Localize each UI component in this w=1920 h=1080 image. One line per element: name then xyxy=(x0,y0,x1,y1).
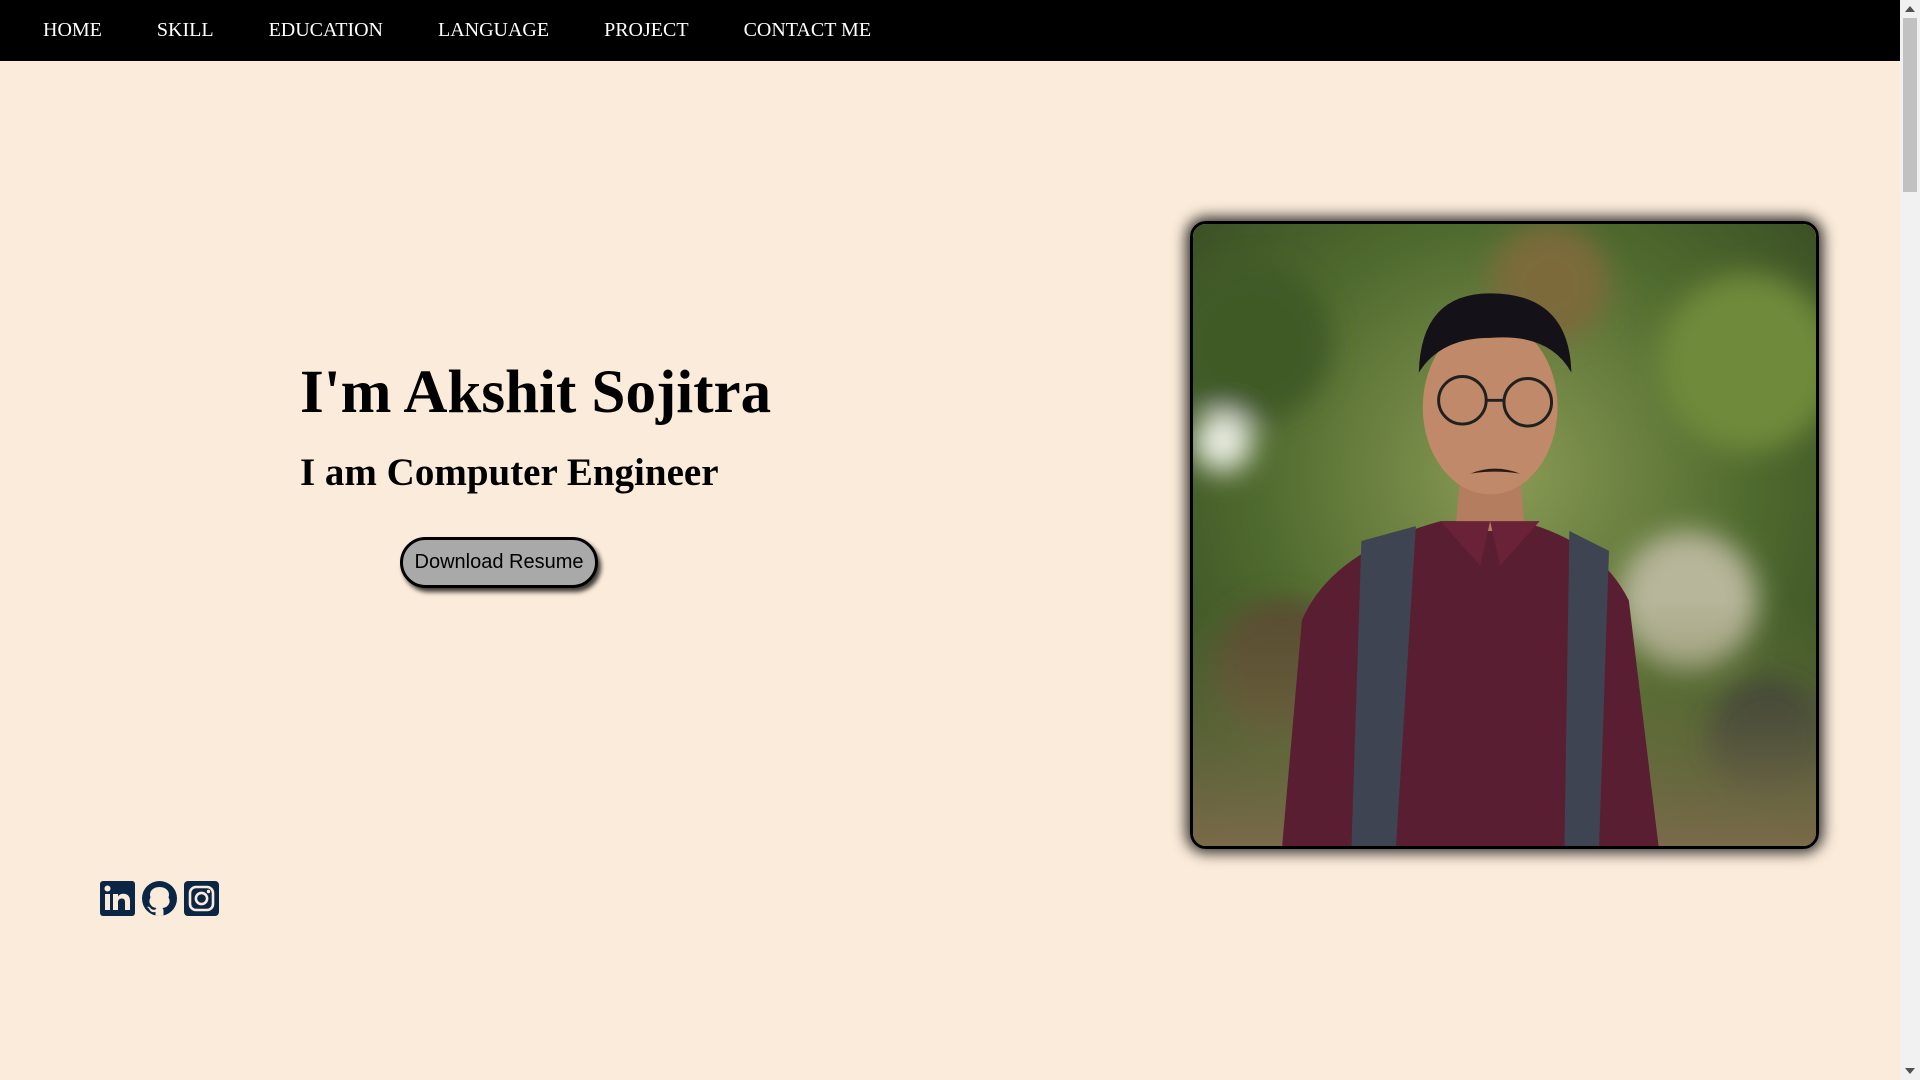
nav-item-project[interactable]: PROJECT xyxy=(604,19,688,42)
nav-item-skill[interactable]: SKILL xyxy=(157,19,214,42)
top-navbar: HOME SKILL EDUCATION LANGUAGE PROJECT CO… xyxy=(0,0,1900,61)
profile-photo xyxy=(1190,221,1819,849)
linkedin-icon[interactable] xyxy=(99,880,136,917)
vertical-scrollbar[interactable] xyxy=(1900,0,1920,1080)
nav-item-language[interactable]: LANGUAGE xyxy=(438,19,549,42)
github-icon[interactable] xyxy=(141,880,178,917)
nav-item-home[interactable]: HOME xyxy=(43,19,102,42)
scroll-thumb[interactable] xyxy=(1903,18,1917,192)
social-links xyxy=(99,880,220,917)
scroll-down-arrow-icon[interactable] xyxy=(1905,1068,1915,1074)
instagram-icon[interactable] xyxy=(183,880,220,917)
hero-name-heading: I'm Akshit Sojitra xyxy=(300,359,772,426)
hero-role-heading: I am Computer Engineer xyxy=(300,451,719,494)
download-resume-button[interactable]: Download Resume xyxy=(400,537,598,588)
nav-item-contact-me[interactable]: CONTACT ME xyxy=(744,19,871,42)
nav-item-education[interactable]: EDUCATION xyxy=(269,19,383,42)
profile-photo-image xyxy=(1193,224,1816,846)
scroll-up-arrow-icon[interactable] xyxy=(1905,6,1915,12)
